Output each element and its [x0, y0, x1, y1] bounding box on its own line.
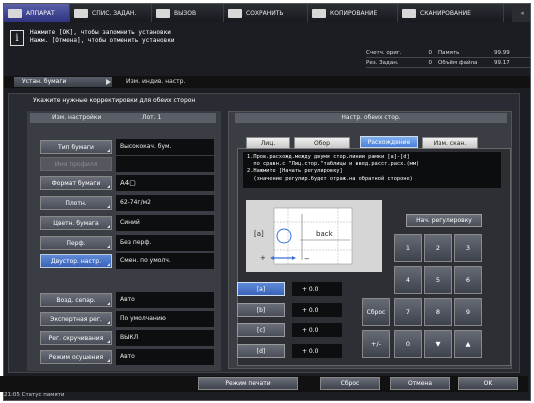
reset-button[interactable]: Сброс	[320, 377, 380, 390]
dehumidify-value: Авто	[116, 349, 214, 365]
cancel-button[interactable]: Отмена	[390, 377, 450, 390]
key-1[interactable]: 1	[394, 234, 422, 262]
counter-row: Рез. Задан. 0 Объём файла 99.17	[366, 58, 530, 68]
expert-adjust-button[interactable]: Экспертная рег.	[40, 312, 112, 326]
settings-list-header: Изм. настройки Лот. 1	[30, 113, 216, 123]
breadcrumb-arrow-icon	[106, 79, 111, 85]
arrow-left-icon	[270, 256, 274, 260]
start-adjustment-button[interactable]: Нач. регулировку	[406, 214, 482, 227]
key-4[interactable]: 4	[394, 266, 422, 294]
print-mode-button[interactable]: Режим печати	[198, 377, 298, 390]
expert-adjust-value: По умолчанию	[116, 311, 214, 327]
air-separation-value: Авто	[116, 292, 214, 308]
key-6[interactable]: 6	[454, 266, 482, 294]
paper-size-value: A4▢	[116, 175, 214, 191]
key-5[interactable]: 5	[424, 266, 452, 294]
side-c-value: + 0.0	[292, 323, 342, 337]
page-frame	[273, 207, 353, 265]
recall-icon	[156, 8, 170, 18]
tab-save[interactable]: СОХРАНИТЬ	[224, 4, 308, 22]
machine-icon	[8, 8, 22, 18]
save-icon	[228, 8, 242, 18]
breadcrumb-item-custom: Изм. индив. настр.	[126, 78, 186, 85]
paper-type-button[interactable]: Тип бумаги	[40, 140, 112, 154]
air-separation-button[interactable]: Возд. сепар.	[40, 293, 112, 307]
tab-back[interactable]: Обор	[294, 137, 350, 149]
info-icon: i	[10, 30, 24, 46]
scan-icon	[402, 8, 416, 18]
punch-button[interactable]: Перф.	[40, 236, 112, 250]
tab-machine[interactable]: АППАРАТ	[4, 4, 70, 22]
reset-key[interactable]: Сброс	[362, 298, 390, 326]
dehumidify-button[interactable]: Режим осушения	[40, 350, 112, 364]
key-3[interactable]: 3	[454, 234, 482, 262]
curl-adjust-button[interactable]: Рег. скручивания	[40, 331, 112, 345]
plus-sign: +	[260, 254, 266, 262]
side-d-button[interactable]: [d]	[237, 344, 285, 358]
message-text: Нажмите [OK], чтобы запомнить установки …	[30, 29, 175, 44]
tab-front[interactable]: Лиц.	[246, 137, 290, 149]
status-text: 21:05 Статус памяти	[4, 392, 65, 398]
side-c-button[interactable]: [c]	[237, 323, 285, 337]
minus-sign: −	[304, 255, 310, 263]
tab-scan-change[interactable]: Изм. скан.	[422, 137, 478, 149]
breadcrumb: Устан. бумаги Изм. индив. настр.	[4, 76, 530, 88]
side-b-button[interactable]: [b]	[237, 303, 285, 317]
paper-type-value: Высококач. бум.	[116, 139, 214, 155]
key-7[interactable]: 7	[394, 298, 422, 326]
instructions-text: 1.Пров.расхожд.между двумя стор.линии ра…	[243, 152, 501, 188]
counter-panel: Счетч. ориг. 0 Память 99.99 Рез. Задан. …	[366, 48, 530, 70]
tab-misalignment[interactable]: Расхождение	[360, 136, 418, 148]
message-area: i Нажмите [OK], чтобы запомнить установк…	[10, 26, 362, 68]
down-arrow-icon[interactable]: ▼	[424, 330, 452, 358]
alignment-diagram: + − [a] back	[246, 200, 382, 272]
curl-adjust-value: ВЫКЛ	[116, 330, 214, 346]
paper-weight-value: 62-74г/м2	[116, 195, 214, 211]
side-a-button[interactable]: [a]	[237, 282, 285, 296]
duplex-adjust-button[interactable]: Двустор. настр.	[40, 254, 112, 268]
diagram-label-a: [a]	[254, 230, 264, 238]
alignment-diagram-graphic: + −	[260, 207, 353, 265]
side-b-value: + 0.0	[292, 303, 342, 317]
punch-value: Без перф.	[116, 235, 214, 251]
side-a-value: + 0.0	[292, 282, 342, 296]
profile-name-value	[116, 156, 214, 172]
tab-scan[interactable]: СКАНИРОВАНИЕ	[398, 4, 504, 22]
key-9[interactable]: 9	[454, 298, 482, 326]
duplex-settings-header: Настр. обеих стор.	[235, 113, 507, 123]
panel-title: Укажите нужные корректировки для обеих с…	[33, 97, 196, 104]
color-paper-button[interactable]: Цветн. бумага	[40, 216, 112, 230]
tab-job-list[interactable]: СПИС. ЗАДАН.	[70, 4, 152, 22]
side-d-value: + 0.0	[292, 344, 342, 358]
counter-row: Счетч. ориг. 0 Память 99.99	[366, 48, 530, 58]
profile-name-button[interactable]: Имя профиля	[40, 157, 112, 171]
ok-button[interactable]: OK	[458, 377, 518, 390]
up-arrow-icon[interactable]: ▲	[454, 330, 482, 358]
duplex-adjust-value: Смен. по умолч.	[116, 253, 214, 269]
top-tab-bar: АППАРАТ СПИС. ЗАДАН. ВЫЗОВ СОХРАНИТЬ КОП…	[4, 4, 530, 22]
tab-recall[interactable]: ВЫЗОВ	[152, 4, 224, 22]
paper-size-button[interactable]: Формат бумаги	[40, 176, 112, 190]
color-paper-value: Синий	[116, 215, 214, 231]
list-icon	[74, 8, 88, 18]
tab-copy[interactable]: КОПИРОВАНИЕ	[308, 4, 398, 22]
key-2[interactable]: 2	[424, 234, 452, 262]
tab-scroll-arrow-icon[interactable]: ◂	[512, 4, 530, 22]
key-8[interactable]: 8	[424, 298, 452, 326]
key-0[interactable]: 0	[394, 330, 422, 358]
copy-icon	[312, 8, 326, 18]
diagram-label-back: back	[316, 230, 333, 238]
paper-weight-button[interactable]: Плотн.	[40, 196, 112, 210]
sign-toggle-key[interactable]: +/-	[362, 330, 390, 358]
breadcrumb-item-paper-setting[interactable]: Устан. бумаги	[14, 77, 112, 87]
